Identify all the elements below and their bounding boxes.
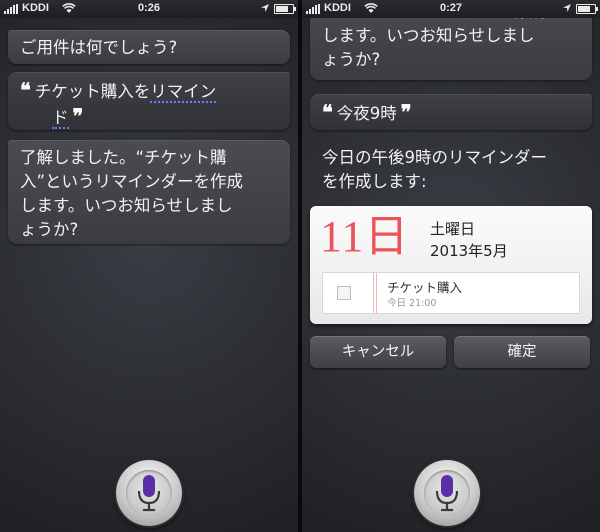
close-quote-icon: ❞ bbox=[72, 104, 84, 128]
user-speech-text: 今夜9時 bbox=[336, 104, 397, 123]
status-bar: KDDI 0:27 bbox=[302, 0, 600, 18]
siri-prompt-text: ご用件は何でしょう? bbox=[20, 38, 178, 57]
battery-icon bbox=[274, 4, 296, 14]
open-quote-icon: ❝ bbox=[20, 78, 31, 102]
calendar-weekday: 土曜日 bbox=[430, 220, 476, 238]
siri-reply-bubble: 了解しました。“チケット購 入”というリマインダーを作成 します。いつお知らせし… bbox=[8, 140, 290, 244]
reminder-checkbox[interactable] bbox=[337, 286, 351, 300]
siri-screen-left: KDDI 0:26 ご用件は何でしょう? ❝ チケット購入をリマイン ド ❞ 了解し… bbox=[0, 0, 298, 532]
siri-reply-line: 入”というリマインダーを作成 bbox=[20, 172, 244, 191]
siri-reply-line: ょうか? bbox=[20, 220, 79, 239]
user-speech-bubble[interactable]: ❝ 今夜9時 ❞ bbox=[310, 94, 592, 130]
siri-reply-line: ょうか? bbox=[322, 50, 381, 69]
siri-reply-line: 了解しました。“チケット購 bbox=[20, 148, 227, 167]
calendar-day: 11日 bbox=[320, 212, 410, 261]
close-quote-icon: ❞ bbox=[400, 100, 412, 124]
reminder-time: 今日 21:00 bbox=[387, 298, 437, 309]
microphone-icon bbox=[137, 475, 161, 512]
siri-reply-line: します。いつお知らせしまし bbox=[20, 196, 233, 215]
siri-mic-button[interactable] bbox=[414, 460, 480, 526]
user-speech-uncertain-text: リマイン bbox=[150, 82, 217, 103]
user-speech-text: チケット購入を bbox=[34, 82, 151, 101]
status-time: 0:27 bbox=[439, 2, 463, 14]
reminder-title: チケット購入 bbox=[387, 280, 463, 295]
confirm-button[interactable]: 確定 bbox=[454, 336, 590, 368]
status-time: 0:26 bbox=[137, 2, 161, 14]
siri-reply-text: 今日の午後9時のリマインダー を作成します: bbox=[310, 140, 592, 196]
microphone-icon bbox=[435, 475, 459, 512]
battery-icon bbox=[576, 4, 598, 14]
user-speech-uncertain-text-2: ド bbox=[52, 108, 69, 129]
calendar-year-month: 2013年5月 bbox=[430, 242, 508, 260]
siri-reply-line: します。いつお知らせしまし bbox=[322, 26, 535, 45]
location-icon bbox=[261, 4, 269, 12]
open-quote-icon: ❝ bbox=[322, 100, 333, 124]
siri-screen-right: 入”というリマインダーを作成 します。いつお知らせしまし ょうか? KDDI 0… bbox=[302, 0, 600, 532]
status-bar: KDDI 0:26 bbox=[0, 0, 298, 18]
siri-prompt-bubble: ご用件は何でしょう? bbox=[8, 30, 290, 64]
siri-reply-line: を作成します: bbox=[322, 172, 427, 191]
user-speech-bubble[interactable]: ❝ チケット購入をリマイン ド ❞ bbox=[8, 72, 290, 130]
siri-mic-button[interactable] bbox=[116, 460, 182, 526]
location-icon bbox=[563, 4, 571, 12]
siri-reply-line: 今日の午後9時のリマインダー bbox=[322, 148, 547, 167]
reminder-card[interactable]: 11日 土曜日 2013年5月 チケット購入 今日 21:00 bbox=[310, 206, 592, 324]
reminder-item[interactable]: チケット購入 今日 21:00 bbox=[322, 272, 580, 314]
cancel-button[interactable]: キャンセル bbox=[310, 336, 446, 368]
